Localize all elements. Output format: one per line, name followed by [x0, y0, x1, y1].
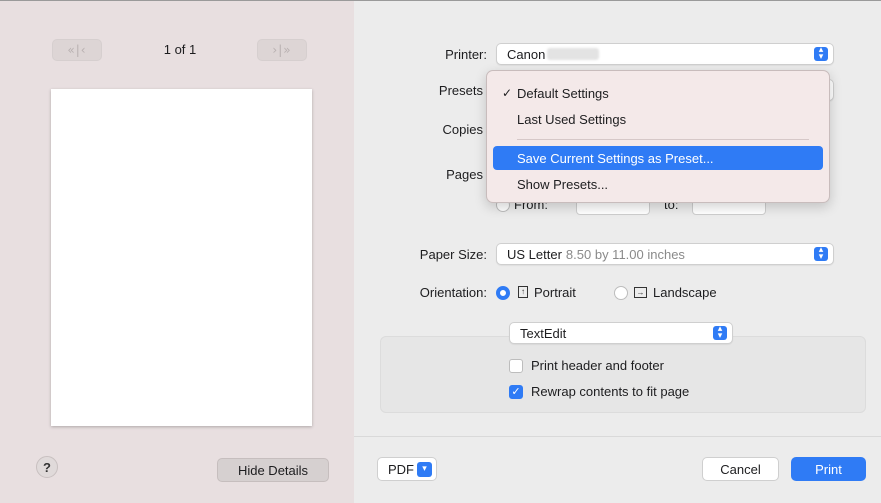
hide-details-button[interactable]: Hide Details [217, 458, 329, 482]
printer-label: Printer: [445, 47, 487, 62]
paper-size-label: Paper Size: [419, 247, 487, 262]
printer-model-redacted [547, 48, 600, 60]
app-section-select[interactable]: TextEdit ▴ ▾ [509, 322, 733, 344]
menu-item-default-settings[interactable]: ✓ Default Settings [493, 81, 823, 105]
presets-label: Presets [438, 83, 483, 98]
copies-label: Copies [442, 122, 483, 137]
orientation-label: Orientation: [419, 285, 487, 300]
portrait-icon: ↑ [518, 286, 528, 298]
portrait-label: Portrait [534, 285, 576, 300]
menu-item-show-presets[interactable]: Show Presets... [493, 172, 823, 196]
next-last-page-icon: ›|» [272, 43, 292, 57]
stepper-icon: ▴ ▾ [713, 325, 727, 341]
menu-item-label: Last Used Settings [517, 111, 627, 127]
landscape-icon: → [634, 287, 647, 298]
printer-select[interactable]: Canon ▴ ▾ [496, 43, 834, 65]
cancel-button[interactable]: Cancel [702, 457, 779, 481]
menu-item-save-current-settings[interactable]: Save Current Settings as Preset... [493, 146, 823, 170]
app-options-box [380, 336, 866, 413]
stepper-icon: ▴ ▾ [814, 46, 828, 62]
page-counter: 1 of 1 [163, 42, 197, 57]
paper-size-detail: 8.50 by 11.00 inches [565, 246, 685, 262]
menu-separator [517, 139, 809, 140]
landscape-label: Landscape [653, 285, 717, 300]
paper-size-value: US Letter [507, 246, 562, 262]
rewrap-contents-checkbox[interactable]: ✓ [509, 385, 523, 399]
landscape-radio[interactable] [614, 286, 628, 300]
page-preview [51, 89, 312, 426]
footer-separator [354, 436, 881, 437]
rewrap-contents-label: Rewrap contents to fit page [531, 384, 690, 399]
first-prev-page-icon: «|‹ [67, 43, 87, 57]
pdf-menu-button[interactable]: PDF ▾ [377, 457, 437, 481]
pages-label: Pages [446, 167, 483, 182]
help-icon: ? [43, 459, 51, 475]
menu-item-label: Show Presets... [517, 176, 609, 192]
print-dialog: «|‹ 1 of 1 ›|» ? Hide Details Printer: C… [0, 0, 881, 503]
print-button[interactable]: Print [791, 457, 866, 481]
portrait-radio[interactable] [496, 286, 510, 300]
print-header-footer-checkbox[interactable] [509, 359, 523, 373]
first-prev-page-button[interactable]: «|‹ [52, 39, 102, 61]
checkmark-icon: ✓ [502, 86, 513, 100]
printer-value: Canon [507, 46, 546, 62]
help-button[interactable]: ? [36, 456, 58, 478]
next-last-page-button[interactable]: ›|» [257, 39, 307, 61]
stepper-icon: ▴ ▾ [814, 246, 828, 262]
print-header-footer-label: Print header and footer [531, 358, 664, 373]
presets-menu: ✓ Default Settings Last Used Settings Sa… [486, 70, 830, 203]
menu-item-label: Default Settings [517, 85, 609, 101]
preview-pane: «|‹ 1 of 1 ›|» ? Hide Details [0, 1, 354, 503]
checkmark-icon: ✓ [511, 385, 521, 398]
app-section-value: TextEdit [520, 325, 567, 341]
chevron-down-icon: ▾ [417, 462, 432, 477]
paper-size-select[interactable]: US Letter 8.50 by 11.00 inches ▴ ▾ [496, 243, 834, 265]
menu-item-last-used-settings[interactable]: Last Used Settings [493, 107, 823, 131]
pdf-label: PDF [388, 461, 414, 477]
menu-item-label: Save Current Settings as Preset... [517, 150, 714, 166]
